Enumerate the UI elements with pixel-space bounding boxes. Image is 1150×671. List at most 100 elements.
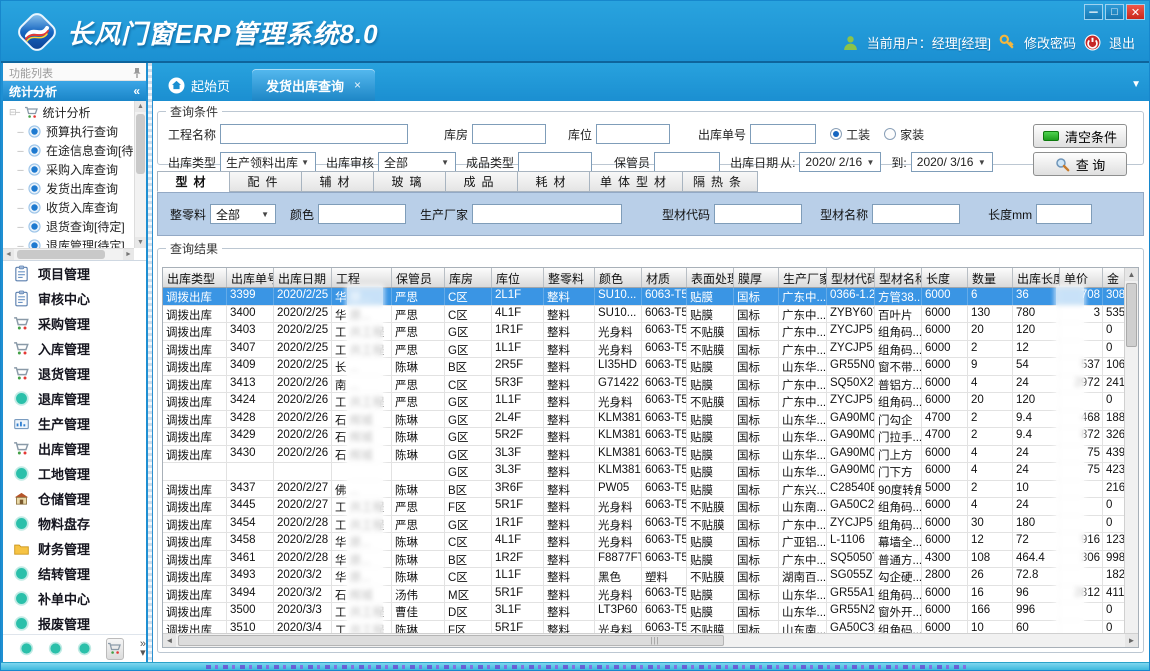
collapse-icon[interactable]: « xyxy=(133,84,140,98)
table-row[interactable]: 调拨出库34032020/2/25工 共工程严思G区1R1F整料光身料6063-… xyxy=(163,323,1127,341)
tree-item[interactable]: ---退货查询[待定] xyxy=(9,217,134,236)
scroll-thumb[interactable] xyxy=(178,635,724,646)
sidebar-item-退货管理[interactable]: 退货管理 xyxy=(3,361,146,386)
column-header-单价[interactable]: 单价 xyxy=(1060,268,1103,287)
column-header-膜厚[interactable]: 膜厚 xyxy=(734,268,779,287)
sidebar-item-工地管理[interactable]: 工地管理 xyxy=(3,461,146,486)
sidebar-item-物料盘存[interactable]: 物料盘存 xyxy=(3,511,146,536)
tree-vertical-scrollbar[interactable]: ▲ ▼ xyxy=(134,101,146,248)
more-panels-button[interactable]: »▾ xyxy=(140,640,146,658)
profile-code-input[interactable] xyxy=(714,204,802,224)
material-tab-耗材[interactable]: 耗材 xyxy=(517,171,589,192)
scroll-thumb[interactable] xyxy=(17,250,105,259)
table-row[interactable]: 调拨出库34452020/2/27工 共工程严思F区5R1F整料光身料6063-… xyxy=(163,498,1127,516)
column-header-出库日期[interactable]: 出库日期 xyxy=(274,268,332,287)
radio-gongzhuang[interactable]: 工装 xyxy=(830,126,870,143)
clear-conditions-button[interactable]: 清空条件 xyxy=(1033,124,1127,148)
profile-name-input[interactable] xyxy=(872,204,960,224)
keeper-input[interactable] xyxy=(654,152,720,172)
column-header-库房[interactable]: 库房 xyxy=(445,268,492,287)
table-row[interactable]: G区3L3F整料KLM38176063-T5贴膜国标山东华...GA90M09.… xyxy=(163,463,1127,481)
material-tab-玻璃[interactable]: 玻璃 xyxy=(373,171,445,192)
date-to-picker[interactable]: 2020/ 3/16▼ xyxy=(911,152,993,172)
tab-overflow-icon[interactable]: ▼ xyxy=(1131,79,1141,90)
material-tab-辅材[interactable]: 辅材 xyxy=(301,171,373,192)
column-header-出库单号[interactable]: 出库单号 xyxy=(227,268,274,287)
date-from-picker[interactable]: 2020/ 2/16▼ xyxy=(799,152,881,172)
logout-link[interactable]: 退出 xyxy=(1109,33,1135,52)
sidebar-item-出库管理[interactable]: 出库管理 xyxy=(3,436,146,461)
tab-shipment-outbound-query[interactable]: 发货出库查询 × xyxy=(252,69,375,101)
column-header-颜色[interactable]: 颜色 xyxy=(595,268,642,287)
table-row[interactable]: 调拨出库34072020/2/25工 共工程严思G区1L1F整料光身料6063-… xyxy=(163,341,1127,359)
radio-jiazhuang[interactable]: 家装 xyxy=(884,126,924,143)
project-name-input[interactable] xyxy=(220,124,408,144)
sidebar-group-statistics[interactable]: 统计分析 « xyxy=(3,81,146,101)
scroll-thumb[interactable] xyxy=(1126,283,1137,347)
minimize-button[interactable]: － xyxy=(1084,4,1103,20)
column-header-保管员[interactable]: 保管员 xyxy=(392,268,445,287)
column-header-出库类型[interactable]: 出库类型 xyxy=(163,268,227,287)
color-input[interactable] xyxy=(318,204,406,224)
table-row[interactable]: 调拨出库34582020/2/28华 原...陈琳C区4L1F整料光身料6063… xyxy=(163,533,1127,551)
out-audit-select[interactable]: 全部▼ xyxy=(378,152,456,172)
column-header-长度[interactable]: 长度 xyxy=(922,268,968,287)
table-row[interactable]: 调拨出库34542020/2/28工 共工程严思G区1R1F整料光身料6063-… xyxy=(163,516,1127,534)
table-row[interactable]: 调拨出库34292020/2/26石 辉城陈琳G区5R2F整料KLM381760… xyxy=(163,428,1127,446)
warehouse-input[interactable] xyxy=(472,124,546,144)
manufacturer-input[interactable] xyxy=(472,204,622,224)
tree-root-statistics[interactable]: ⊟--统计分析 xyxy=(9,103,134,122)
material-tab-配件[interactable]: 配件 xyxy=(229,171,301,192)
sidebar-item-采购管理[interactable]: 采购管理 xyxy=(3,311,146,336)
table-row[interactable]: 调拨出库34372020/2/27佛 ...陈琳B区3R6F整料PW056063… xyxy=(163,481,1127,499)
table-row[interactable]: 调拨出库34002020/2/25华 原...严思C区4L1F整料SU10...… xyxy=(163,306,1127,324)
tree-item[interactable]: ---收货入库查询 xyxy=(9,198,134,217)
material-tab-隔热条[interactable]: 隔热条 xyxy=(682,171,758,192)
table-row[interactable]: 调拨出库34092020/2/25长 ...陈琳B区2R5F整料LI35HD60… xyxy=(163,358,1127,376)
sidebar-item-入库管理[interactable]: 入库管理 xyxy=(3,336,146,361)
scroll-left-icon[interactable]: ◄ xyxy=(163,634,176,647)
close-button[interactable]: ✕ xyxy=(1126,4,1145,20)
scroll-thumb[interactable] xyxy=(136,114,145,174)
scroll-down-icon[interactable]: ▼ xyxy=(135,237,146,248)
scroll-up-icon[interactable]: ▲ xyxy=(135,101,146,112)
tab-close-icon[interactable]: × xyxy=(354,78,361,92)
table-row[interactable]: 调拨出库34612020/2/28华 原...陈琳B区1R2F整料F8877FT… xyxy=(163,551,1127,569)
scroll-right-icon[interactable]: ► xyxy=(1125,634,1138,647)
order-no-input[interactable] xyxy=(750,124,816,144)
table-horizontal-scrollbar[interactable]: ◄ ||| ► xyxy=(163,633,1138,647)
sidebar-item-财务管理[interactable]: 财务管理 xyxy=(3,536,146,561)
tree-item[interactable]: ---采购入库查询 xyxy=(9,160,134,179)
search-button[interactable]: 查 询 xyxy=(1033,152,1127,176)
column-header-表面处理[interactable]: 表面处理 xyxy=(687,268,734,287)
circle-icon[interactable] xyxy=(77,641,92,656)
scroll-left-icon[interactable]: ◄ xyxy=(3,249,14,260)
table-row[interactable]: 调拨出库35002020/3/3工 共工程曹佳D区3L1F整料LT3P60606… xyxy=(163,603,1127,621)
scroll-up-icon[interactable]: ▲ xyxy=(1125,268,1138,281)
column-header-数量[interactable]: 数量 xyxy=(968,268,1013,287)
sidebar-item-结转管理[interactable]: 结转管理 xyxy=(3,561,146,586)
sidebar-item-生产管理[interactable]: 生产管理 xyxy=(3,411,146,436)
material-tab-单体型材[interactable]: 单体型材 xyxy=(589,171,682,192)
sidebar-item-审核中心[interactable]: 审核中心 xyxy=(3,286,146,311)
table-row[interactable]: 调拨出库34932020/3/2华 原...陈琳C区1L1F整料黑色塑料不贴膜国… xyxy=(163,568,1127,586)
tree-item[interactable]: ---发货出库查询 xyxy=(9,179,134,198)
whole-piece-select[interactable]: 全部▼ xyxy=(210,204,276,224)
column-header-型材名称[interactable]: 型材名称 xyxy=(875,268,922,287)
sidebar-item-仓储管理[interactable]: 仓储管理 xyxy=(3,486,146,511)
product-type-input[interactable] xyxy=(518,152,592,172)
tree-item[interactable]: ---预算执行查询 xyxy=(9,122,134,141)
table-row[interactable]: 调拨出库34302020/2/26石 辉城陈琳G区3L3F整料KLM381760… xyxy=(163,446,1127,464)
column-header-整零料[interactable]: 整零料 xyxy=(544,268,595,287)
scroll-right-icon[interactable]: ► xyxy=(123,249,134,260)
column-header-库位[interactable]: 库位 xyxy=(492,268,544,287)
location-input[interactable] xyxy=(596,124,670,144)
table-row[interactable]: 调拨出库34282020/2/26石 辉城陈琳G区2L4F整料KLM381760… xyxy=(163,411,1127,429)
table-row[interactable]: 调拨出库34242020/2/26工 共工程严思G区1L1F整料光身料6063-… xyxy=(163,393,1127,411)
cart-button[interactable] xyxy=(106,638,124,660)
length-input[interactable] xyxy=(1036,204,1092,224)
column-header-材质[interactable]: 材质 xyxy=(642,268,687,287)
change-password-link[interactable]: 修改密码 xyxy=(1024,33,1076,52)
column-header-型材代码[interactable]: 型材代码 xyxy=(827,268,875,287)
sidebar-item-补单中心[interactable]: 补单中心 xyxy=(3,586,146,611)
